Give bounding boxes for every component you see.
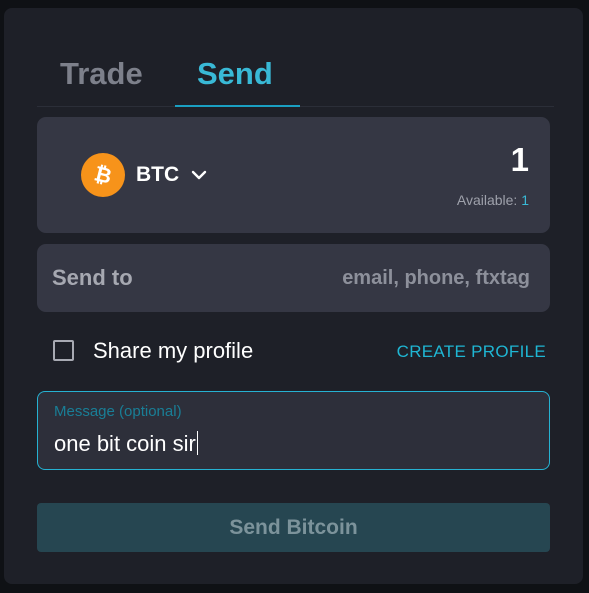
svg-text:₿: ₿: [92, 162, 114, 188]
available-label: Available:: [456, 192, 518, 208]
bitcoin-logo-icon: ₿: [81, 153, 125, 197]
send-to-label: Send to: [52, 265, 133, 290]
message-input[interactable]: one bit coin sir: [54, 431, 198, 457]
share-profile-label[interactable]: Share my profile: [93, 338, 253, 364]
recipient-input[interactable]: [230, 256, 530, 300]
available-value: 1: [521, 192, 529, 208]
send-panel: Trade Send ₿ BTC 1 Available: 1 Send to …: [4, 8, 583, 584]
tab-bar: Trade Send: [37, 48, 554, 107]
send-to-field[interactable]: Send to: [37, 244, 550, 312]
amount-value: 1: [510, 141, 529, 178]
coin-label: BTC: [136, 163, 180, 186]
create-profile-link[interactable]: CREATE PROFILE: [397, 342, 546, 362]
chevron-down-icon: [191, 170, 207, 180]
asset-card: ₿ BTC 1 Available: 1: [37, 117, 550, 233]
message-field[interactable]: Message (optional) one bit coin sir: [37, 391, 550, 470]
share-profile-checkbox[interactable]: [53, 340, 74, 361]
text-cursor: [196, 431, 198, 455]
send-bitcoin-button[interactable]: Send Bitcoin: [37, 503, 550, 552]
message-text: one bit coin sir: [54, 431, 196, 456]
available-balance: Available: 1: [457, 192, 529, 208]
active-tab-indicator: [175, 105, 300, 107]
tab-trade[interactable]: Trade: [60, 56, 143, 92]
coin-selector[interactable]: ₿ BTC: [81, 153, 207, 197]
share-profile-row: Share my profile CREATE PROFILE: [53, 338, 550, 368]
tab-send[interactable]: Send: [197, 56, 273, 92]
message-label: Message (optional): [54, 403, 182, 420]
